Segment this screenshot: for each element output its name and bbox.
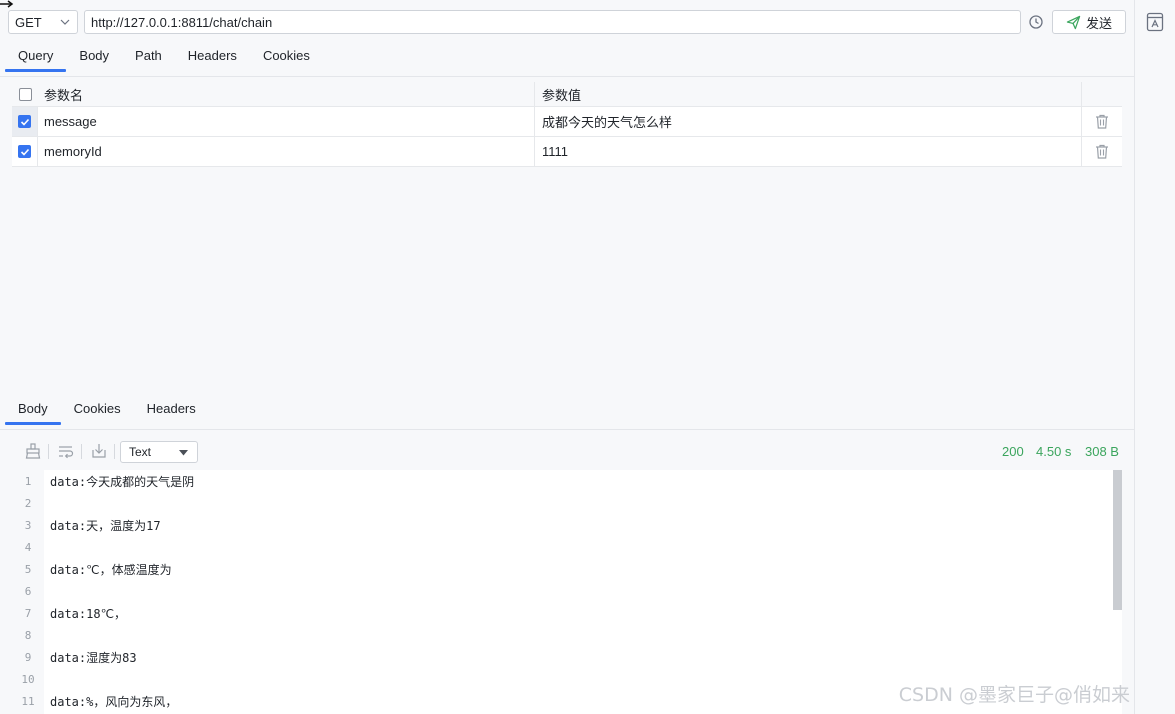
send-icon [1066, 15, 1081, 29]
table-row: message 成都今天的天气怎么样 [12, 107, 1122, 137]
wrap-icon[interactable] [57, 442, 75, 460]
param-value-field[interactable]: 成都今天的天气怎么样 [535, 107, 1082, 136]
code-line: 9 data:湿度为83 [12, 646, 1112, 668]
param-name-header: 参数名 [38, 82, 535, 106]
line-text: data:湿度为83 [50, 650, 137, 665]
params-header-row: 参数名 参数值 [12, 82, 1122, 107]
code-line: 4 [12, 536, 1112, 558]
line-number: 8 [24, 628, 32, 642]
line-number: 6 [24, 584, 32, 598]
line-number: 4 [24, 540, 32, 554]
row-check-cell [12, 107, 38, 136]
trash-icon [1096, 114, 1108, 129]
code-line: 5 data:℃，体感温度为 [12, 558, 1112, 580]
code-line: 2 [12, 492, 1112, 514]
url-value: http://127.0.0.1:8811/chat/chain [91, 14, 273, 30]
toolbar-separator [48, 444, 49, 459]
caret-down-icon [179, 450, 188, 456]
row-check-cell [12, 137, 38, 166]
response-tabs-divider [0, 429, 1134, 430]
line-number: 11 [21, 694, 35, 708]
row-checkbox[interactable] [18, 145, 31, 158]
url-input[interactable]: http://127.0.0.1:8811/chat/chain [84, 10, 1021, 34]
request-tabs: Query Body Path Headers Cookies [0, 38, 323, 72]
line-number: 2 [24, 496, 32, 510]
watermark: CSDN @墨家巨子@俏如来 [898, 684, 1130, 706]
trash-icon [1096, 144, 1108, 159]
response-body-viewer[interactable]: 1 data:今天成都的天气是阴 2 3 data:天，温度为17 4 5 da… [12, 470, 1122, 714]
line-text: data:18℃， [50, 606, 127, 621]
sidebar-panel-icon[interactable] [1146, 12, 1164, 32]
response-format-value: Text [129, 445, 152, 459]
checkmark-icon [20, 148, 29, 156]
tab-query[interactable]: Query [0, 38, 67, 72]
response-size: 308 B [1085, 444, 1119, 459]
history-icon[interactable] [1028, 14, 1044, 30]
line-number: 3 [24, 518, 32, 532]
send-button[interactable]: 发送 [1052, 10, 1126, 34]
line-text: data:%，风向为东风， [50, 694, 178, 709]
line-text: data:天，温度为17 [50, 518, 161, 533]
line-number: 9 [24, 650, 32, 664]
toolbar-separator [81, 444, 82, 459]
response-time: 4.50 s [1036, 444, 1072, 459]
tab-body[interactable]: Body [66, 38, 122, 72]
line-number: 5 [24, 562, 32, 576]
api-client-main: GET http://127.0.0.1:8811/chat/chain 发送 … [0, 0, 1134, 714]
tabs-divider [0, 76, 1134, 77]
tab-response-cookies[interactable]: Cookies [61, 391, 134, 425]
tab-response-body[interactable]: Body [0, 391, 61, 425]
tab-headers[interactable]: Headers [175, 38, 250, 72]
line-number: 10 [21, 672, 35, 686]
response-format-select[interactable]: Text [120, 441, 198, 463]
chevron-down-icon [60, 19, 70, 25]
code-line: 8 [12, 624, 1112, 646]
tab-path[interactable]: Path [122, 38, 175, 72]
response-tabs: Body Cookies Headers [0, 391, 209, 425]
method-value: GET [15, 14, 42, 30]
send-label: 发送 [1085, 15, 1112, 31]
line-number: 7 [24, 606, 32, 620]
vertical-scrollbar[interactable] [1113, 470, 1122, 610]
delete-row-button[interactable] [1082, 107, 1122, 136]
method-select[interactable]: GET [8, 10, 78, 34]
row-checkbox[interactable] [18, 115, 31, 128]
right-tool-strip [1134, 0, 1175, 714]
arrow-cursor-icon [0, 0, 14, 8]
tab-response-headers[interactable]: Headers [134, 391, 209, 425]
tab-cookies[interactable]: Cookies [250, 38, 323, 72]
toolbar-separator [114, 444, 115, 459]
param-name-field[interactable]: message [38, 107, 535, 136]
line-text: data:℃，体感温度为 [50, 562, 172, 577]
delete-row-button[interactable] [1082, 137, 1122, 166]
status-code: 200 [1002, 444, 1024, 459]
line-number: 1 [24, 474, 32, 488]
actions-header [1082, 82, 1122, 106]
code-line: 6 [12, 580, 1112, 602]
query-params-table: 参数名 参数值 message 成都今天的天气怎么样 memoryId 1111 [12, 82, 1122, 167]
param-value-field[interactable]: 1111 [535, 137, 1082, 166]
table-row: memoryId 1111 [12, 137, 1122, 167]
code-line: 7 data:18℃， [12, 602, 1112, 624]
select-all-cell [12, 82, 38, 106]
select-all-checkbox[interactable] [18, 87, 32, 101]
line-text: data:今天成都的天气是阴 [50, 474, 195, 489]
download-icon[interactable] [90, 442, 108, 460]
clear-icon[interactable] [24, 442, 42, 460]
param-value-header: 参数值 [535, 82, 1082, 106]
code-line: 1 data:今天成都的天气是阴 [12, 470, 1112, 492]
checkmark-icon [20, 118, 29, 126]
param-name-field[interactable]: memoryId [38, 137, 535, 166]
code-line: 3 data:天，温度为17 [12, 514, 1112, 536]
